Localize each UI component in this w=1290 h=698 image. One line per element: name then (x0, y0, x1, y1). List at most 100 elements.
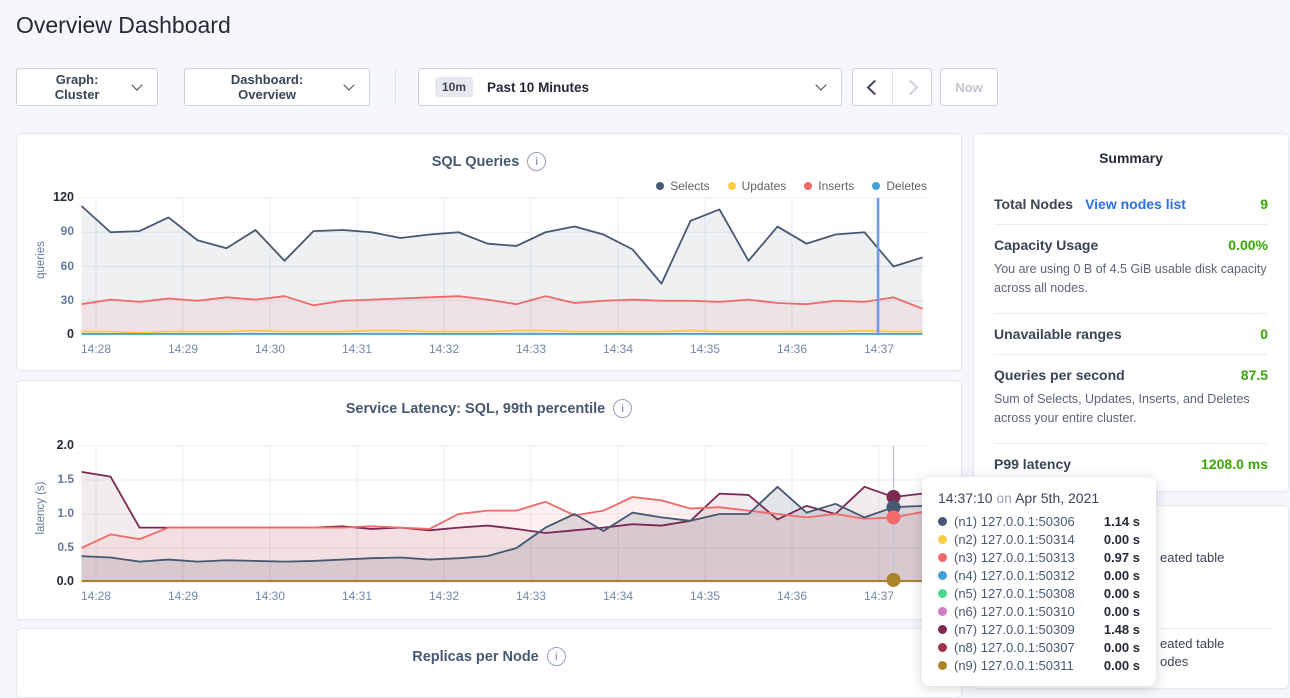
event-text-fragment: eated table (1160, 636, 1224, 651)
node-color-dot-icon (938, 661, 947, 670)
summary-value: 1208.0 ms (1201, 456, 1268, 472)
next-range-button[interactable] (892, 69, 931, 105)
tooltip-node-row: (n2) 127.0.0.1:503140.00 s (938, 530, 1140, 548)
x-axis-tick-label: 14:34 (588, 342, 648, 356)
summary-label: Total Nodes (994, 196, 1073, 212)
info-icon[interactable]: i (547, 647, 566, 666)
tooltip-node-label: (n9) 127.0.0.1:50311 (954, 658, 1074, 673)
x-axis-tick-label: 14:34 (588, 589, 648, 603)
replicas-per-node-panel: Replicas per Node i (16, 628, 962, 698)
tooltip-node-label: (n8) 127.0.0.1:50307 (954, 640, 1075, 655)
chevron-down-icon (815, 79, 826, 90)
time-window-label: Past 10 Minutes (487, 80, 589, 95)
summary-label: Capacity Usage (994, 237, 1098, 253)
summary-row-total-nodes: Total Nodes View nodes list 9 (994, 184, 1268, 225)
view-nodes-link[interactable]: View nodes list (1085, 196, 1186, 212)
x-axis-tick-label: 14:36 (762, 342, 822, 356)
tooltip-node-row: (n3) 127.0.0.1:503130.97 s (938, 548, 1140, 566)
tooltip-node-label: (n4) 127.0.0.1:50312 (954, 568, 1075, 583)
x-axis-tick-label: 14:36 (762, 589, 822, 603)
x-axis-tick-label: 14:29 (153, 342, 213, 356)
tooltip-node-label: (n5) 127.0.0.1:50308 (954, 586, 1075, 601)
page-title: Overview Dashboard (16, 12, 231, 39)
x-axis-tick-label: 14:30 (240, 342, 300, 356)
x-axis-tick-label: 14:30 (240, 589, 300, 603)
x-axis-tick-label: 14:28 (66, 589, 126, 603)
y-axis-tick-label: 90 (32, 224, 74, 238)
y-axis-tick-label: 30 (32, 293, 74, 307)
time-range-pager (852, 68, 932, 106)
time-range-picker[interactable]: 10m Past 10 Minutes (418, 68, 842, 106)
tooltip-node-value: 0.00 s (1104, 658, 1140, 673)
summary-value: 9 (1260, 196, 1268, 212)
chevron-left-icon (867, 79, 883, 95)
summary-heading: Summary (994, 150, 1268, 166)
legend-item[interactable]: Inserts (804, 179, 854, 193)
chart-title: SQL Queries (432, 154, 520, 170)
sql-queries-panel: SQL Queries i Selects Updates Inserts Delet… (16, 133, 962, 371)
legend-label: Updates (742, 179, 787, 193)
legend-dot-icon (656, 182, 664, 190)
summary-value: 0.00% (1228, 237, 1268, 253)
tooltip-node-value: 1.14 s (1104, 514, 1140, 529)
node-color-dot-icon (938, 643, 947, 652)
y-axis-tick-label: 0 (32, 327, 74, 341)
y-axis-tick-label: 1.5 (32, 472, 74, 486)
node-color-dot-icon (938, 517, 947, 526)
y-axis-tick-label: 60 (32, 259, 74, 273)
x-axis-tick-label: 14:37 (849, 589, 909, 603)
tooltip-node-row: (n7) 127.0.0.1:503091.48 s (938, 620, 1140, 638)
tooltip-node-value: 0.00 s (1104, 568, 1140, 583)
y-axis-tick-label: 120 (32, 190, 74, 204)
toolbar: Graph: Cluster Dashboard: Overview 10m P… (0, 68, 1290, 106)
legend-item[interactable]: Updates (728, 179, 787, 193)
tooltip-node-row: (n1) 127.0.0.1:503061.14 s (938, 512, 1140, 530)
summary-label: Unavailable ranges (994, 326, 1122, 342)
legend-dot-icon (872, 182, 880, 190)
x-axis-tick-label: 14:33 (501, 342, 561, 356)
graph-dropdown[interactable]: Graph: Cluster (16, 68, 158, 106)
x-axis-tick-label: 14:32 (414, 589, 474, 603)
info-icon[interactable]: i (527, 152, 546, 171)
toolbar-divider (395, 69, 396, 105)
y-axis-tick-label: 0.5 (32, 540, 74, 554)
tooltip-node-row: (n6) 127.0.0.1:503100.00 s (938, 602, 1140, 620)
legend-item[interactable]: Selects (656, 179, 709, 193)
x-axis-tick-label: 14:33 (501, 589, 561, 603)
info-icon[interactable]: i (613, 399, 632, 418)
event-divider (1160, 628, 1272, 629)
chart-legend: Selects Updates Inserts Deletes (656, 179, 927, 193)
node-color-dot-icon (938, 589, 947, 598)
tooltip-node-label: (n3) 127.0.0.1:50313 (954, 550, 1075, 565)
summary-label: P99 latency (994, 456, 1071, 472)
tooltip-node-value: 0.00 s (1104, 604, 1140, 619)
node-color-dot-icon (938, 607, 947, 616)
legend-label: Inserts (818, 179, 854, 193)
legend-dot-icon (728, 182, 736, 190)
node-color-dot-icon (938, 625, 947, 634)
node-color-dot-icon (938, 571, 947, 580)
chart-hover-tooltip: 14:37:10 on Apr 5th, 2021 (n1) 127.0.0.1… (922, 477, 1156, 686)
tooltip-timestamp: 14:37:10 on Apr 5th, 2021 (938, 490, 1140, 506)
tooltip-node-value: 0.00 s (1104, 532, 1140, 547)
now-button[interactable]: Now (940, 68, 998, 106)
chevron-down-icon (132, 79, 143, 90)
summary-row-unavailable-ranges: Unavailable ranges 0 (994, 314, 1268, 355)
prev-range-button[interactable] (853, 69, 892, 105)
tooltip-node-row: (n5) 127.0.0.1:503080.00 s (938, 584, 1140, 602)
summary-description: You are using 0 B of 4.5 GiB usable disk… (994, 260, 1268, 299)
dashboard-dropdown[interactable]: Dashboard: Overview (184, 68, 370, 106)
legend-dot-icon (804, 182, 812, 190)
tooltip-node-row: (n8) 127.0.0.1:503070.00 s (938, 638, 1140, 656)
event-text-fragment: eated table (1160, 550, 1224, 565)
x-axis-tick-label: 14:35 (675, 342, 735, 356)
legend-item[interactable]: Deletes (872, 179, 927, 193)
x-axis-tick-label: 14:37 (849, 342, 909, 356)
summary-description: Sum of Selects, Updates, Inserts, and De… (994, 390, 1268, 429)
x-axis-tick-label: 14:35 (675, 589, 735, 603)
chart-title: Replicas per Node (412, 649, 539, 665)
legend-label: Deletes (886, 179, 927, 193)
summary-label: Queries per second (994, 367, 1125, 383)
summary-value: 0 (1260, 326, 1268, 342)
node-color-dot-icon (938, 535, 947, 544)
